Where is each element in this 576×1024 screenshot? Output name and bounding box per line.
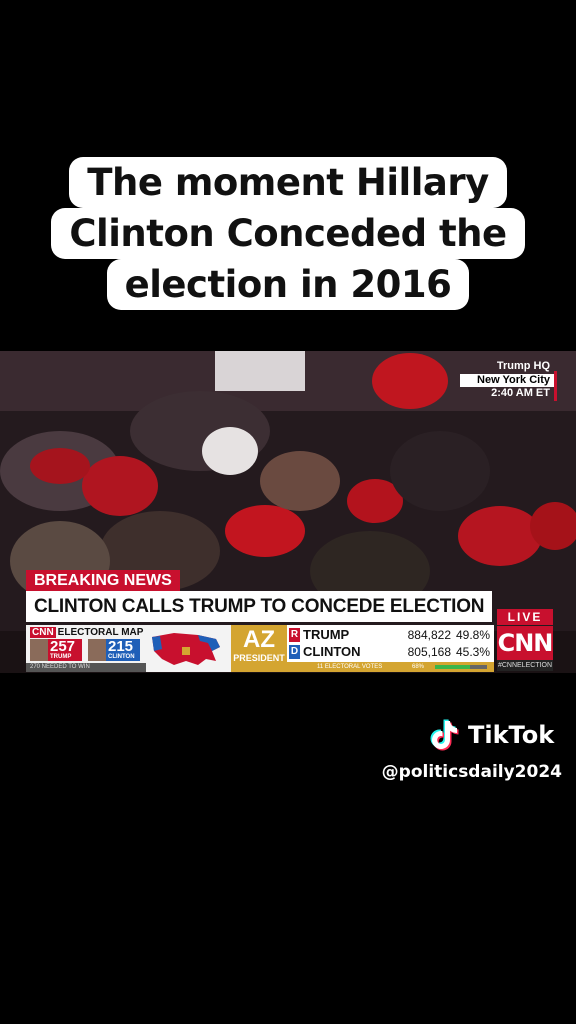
state-code: AZ (243, 626, 275, 653)
headline-banner: CLINTON CALLS TRUMP TO CONCEDE ELECTION (26, 591, 492, 622)
result-row-democrat: D CLINTON 805,168 45.3% (287, 644, 494, 660)
live-badge: LIVE (497, 609, 553, 625)
hashtag-label: #CNNELECTION (497, 660, 553, 671)
location-line-1: Trump HQ (496, 360, 550, 372)
breaking-news-label: BREAKING NEWS (26, 570, 180, 592)
creator-handle[interactable]: @politicsdaily2024 (382, 762, 562, 782)
electoral-map-panel: CNN ELECTORAL MAP 257 TRUMP 215 CLINTON 2… (26, 625, 231, 672)
clinton-avatar (88, 639, 106, 661)
cnn-logo: CNN (497, 626, 553, 660)
tiktok-watermark: TikTok (426, 716, 562, 754)
state-panel: AZ PRESIDENT (231, 625, 287, 672)
electoral-votes-bar: 11 ELECTORAL VOTES 68% (287, 662, 494, 672)
trump-avatar (30, 639, 48, 661)
race-type: PRESIDENT (233, 653, 285, 663)
result-row-republican: R TRUMP 884,822 49.8% (287, 627, 494, 643)
party-badge-d: D (289, 645, 300, 659)
reporting-progress (435, 665, 487, 669)
democrat-count: 215 CLINTON (88, 639, 140, 661)
republican-count: 257 TRUMP (30, 639, 82, 661)
caption-line-1: The moment Hillary (69, 157, 507, 208)
vote-count: 884,822 (407, 628, 451, 642)
needed-to-win: 270 NEEDED TO WIN (26, 663, 146, 672)
tiktok-note-icon (430, 719, 459, 751)
location-accent-bar (554, 371, 557, 401)
vote-percent: 49.8% (455, 628, 490, 642)
candidate-name: CLINTON (303, 644, 361, 659)
location-time: 2:40 AM ET (491, 387, 550, 399)
electoral-votes-label: 11 ELECTORAL VOTES (317, 664, 383, 670)
reporting-progress-fill (435, 665, 471, 669)
us-map-icon (152, 633, 220, 665)
republican-name: TRUMP (50, 654, 72, 660)
electoral-map-title: CNN ELECTORAL MAP (30, 627, 144, 638)
video-frame[interactable]: Trump HQ New York City 2:40 AM ET BREAKI… (0, 351, 576, 673)
caption-line-2: Clinton Conceded the (51, 208, 525, 259)
vote-percent: 45.3% (455, 645, 490, 659)
election-ticker: CNN ELECTORAL MAP 257 TRUMP 215 CLINTON 2… (26, 625, 494, 672)
tiktok-brand: TikTok (468, 721, 555, 749)
democrat-votes: 215 (108, 638, 134, 655)
cnn-mini-logo: CNN (30, 627, 56, 638)
republican-votes: 257 (50, 638, 76, 655)
democrat-name: CLINTON (108, 654, 135, 660)
state-results: R TRUMP 884,822 49.8% D CLINTON 805,168 … (287, 625, 494, 672)
caption-line-3: election in 2016 (106, 259, 470, 310)
party-badge-r: R (289, 628, 300, 642)
reporting-percent: 68% (412, 664, 425, 670)
vote-count: 805,168 (407, 645, 451, 659)
caption: The moment Hillary Clinton Conceded the … (0, 157, 576, 310)
location-line-2: New York City (460, 374, 554, 387)
candidate-name: TRUMP (303, 627, 350, 642)
location-bug: Trump HQ New York City 2:40 AM ET (460, 360, 554, 400)
